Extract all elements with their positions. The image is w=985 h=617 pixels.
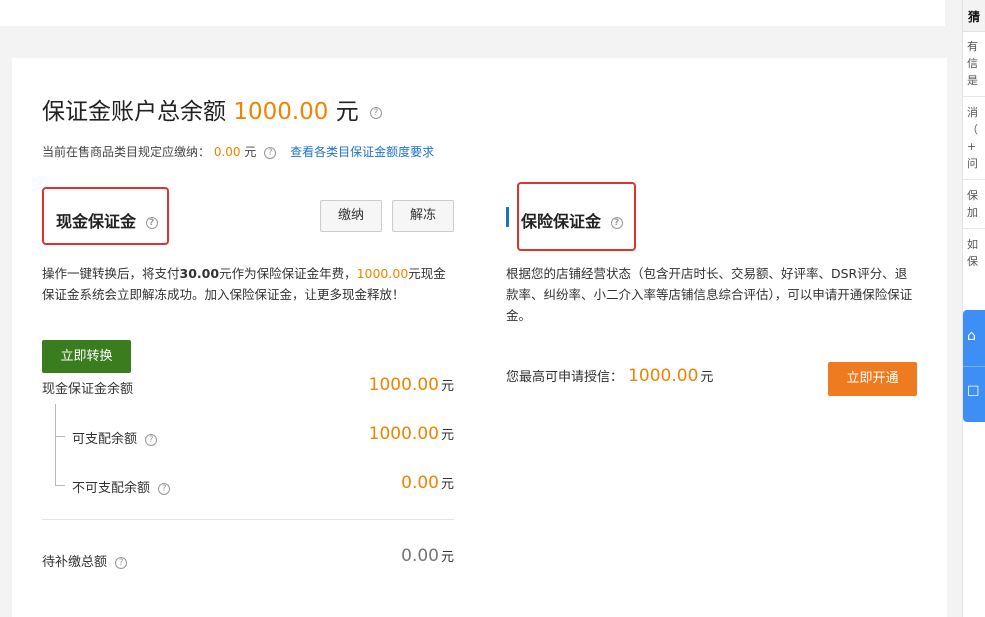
section-accent-bar	[506, 207, 509, 227]
available-balance-text: 可支配余额	[72, 432, 138, 447]
home-icon[interactable]: ⌂	[967, 328, 976, 344]
side-action-buttons: ⌂ ☐	[963, 310, 985, 422]
unavailable-balance-value: 0.00 元	[300, 473, 454, 493]
help-icon[interactable]: ?	[158, 482, 171, 495]
title-text: 保证金账户总余额	[42, 99, 226, 125]
cash-convert-description: 操作一键转换后，将支付30.00元作为保险保证金年费，1000.00元现金保证金…	[42, 263, 454, 305]
unit: 元	[440, 379, 454, 394]
side-panel-text: （	[967, 123, 978, 136]
side-panel-text: 问	[967, 157, 978, 170]
pending-payment-text: 待补缴总额	[42, 555, 108, 570]
side-separator	[963, 96, 985, 97]
side-panel-text: 如	[967, 238, 978, 251]
open-now-button[interactable]: 立即开通	[828, 362, 917, 396]
unavailable-balance-text: 不可支配余额	[72, 481, 151, 496]
desc-amount: 1000.00	[356, 266, 409, 281]
pending-payment-value: 0.00 元	[300, 546, 454, 566]
main-card	[12, 58, 947, 617]
side-panel-text: 加	[967, 206, 978, 219]
cash-balance-value: 1000.00 元	[300, 375, 454, 395]
desc-fee: 30.00	[179, 266, 220, 281]
side-panel-text: +	[967, 140, 977, 153]
tree-branch	[55, 436, 65, 437]
title-unit: 元	[335, 99, 359, 125]
view-requirements-link[interactable]: 查看各类目保证金额度要求	[290, 145, 434, 159]
cash-deposit-title: 现金保证金 ?	[56, 208, 158, 232]
credit-amount: 1000.00	[628, 366, 699, 386]
unit: 元	[440, 477, 454, 492]
insurance-description: 根据您的店铺经营状态（包含开店时长、交易额、好评率、DSR评分、退款率、纠纷率、…	[506, 266, 913, 323]
side-button-separator	[963, 366, 985, 367]
side-panel-text: 是	[967, 74, 978, 87]
unit: 元	[440, 550, 454, 565]
help-icon[interactable]: ?	[610, 216, 623, 229]
side-panel-text: 有	[967, 40, 978, 53]
cash-deposit-title-text: 现金保证金	[56, 212, 137, 231]
required-unit: 元	[244, 145, 257, 159]
cash-balance-amount: 1000.00	[368, 375, 439, 395]
help-icon[interactable]: ?	[370, 106, 383, 119]
side-panel-text: 保	[967, 255, 978, 268]
available-balance-label: 可支配余额 ?	[72, 428, 158, 447]
insurance-deposit-title-text: 保险保证金	[521, 212, 602, 231]
side-panel-text: 消	[967, 106, 978, 119]
required-deposit-line: 当前在售商品类目规定应缴纳： 0.00 元 ? 查看各类目保证金额度要求	[42, 143, 434, 160]
available-balance-value: 1000.00 元	[300, 424, 454, 444]
side-panel-header: 猜	[963, 0, 985, 32]
insurance-deposit-title: 保险保证金 ?	[521, 208, 623, 232]
help-icon[interactable]: ?	[115, 556, 128, 569]
side-separator	[963, 228, 985, 229]
chat-icon[interactable]: ☐	[967, 384, 980, 400]
side-separator	[963, 179, 985, 180]
side-help-panel: 猜 有 信 是 消 （ + 问 保 加 如 保 ⌂ ☐	[962, 0, 985, 617]
tree-branch	[55, 485, 65, 486]
side-panel-text: 信	[967, 57, 978, 70]
cash-balance-label: 现金保证金余额	[42, 382, 134, 397]
credit-label: 您最高可申请授信：	[506, 370, 624, 385]
desc-part1: 操作一键转换后，将支付	[42, 266, 180, 281]
required-amount: 0.00	[213, 145, 241, 159]
pending-payment-label: 待补缴总额 ?	[42, 551, 128, 570]
tree-connector	[55, 404, 56, 486]
unavailable-balance-amount: 0.00	[401, 473, 439, 493]
required-label: 当前在售商品类目规定应缴纳：	[42, 145, 211, 159]
unfreeze-button[interactable]: 解冻	[392, 200, 454, 232]
desc-part2: 元作为保险保证金年费，	[219, 266, 357, 281]
available-balance-amount: 1000.00	[368, 424, 439, 444]
pending-payment-amount: 0.00	[401, 546, 439, 566]
unit: 元	[700, 370, 714, 385]
page-title: 保证金账户总余额 1000.00 元 ?	[42, 92, 383, 126]
pay-button[interactable]: 缴纳	[320, 200, 382, 232]
help-icon[interactable]: ?	[264, 146, 277, 159]
side-panel-text: 保	[967, 189, 978, 202]
help-icon[interactable]: ?	[145, 433, 158, 446]
convert-now-button[interactable]: 立即转换	[42, 340, 131, 373]
divider	[42, 519, 454, 520]
unit: 元	[440, 428, 454, 443]
help-icon[interactable]: ?	[145, 216, 158, 229]
credit-line: 您最高可申请授信： 1000.00 元	[506, 366, 713, 386]
total-balance-amount: 1000.00	[233, 99, 329, 125]
unavailable-balance-label: 不可支配余额 ?	[72, 477, 171, 496]
top-strip	[0, 0, 945, 26]
